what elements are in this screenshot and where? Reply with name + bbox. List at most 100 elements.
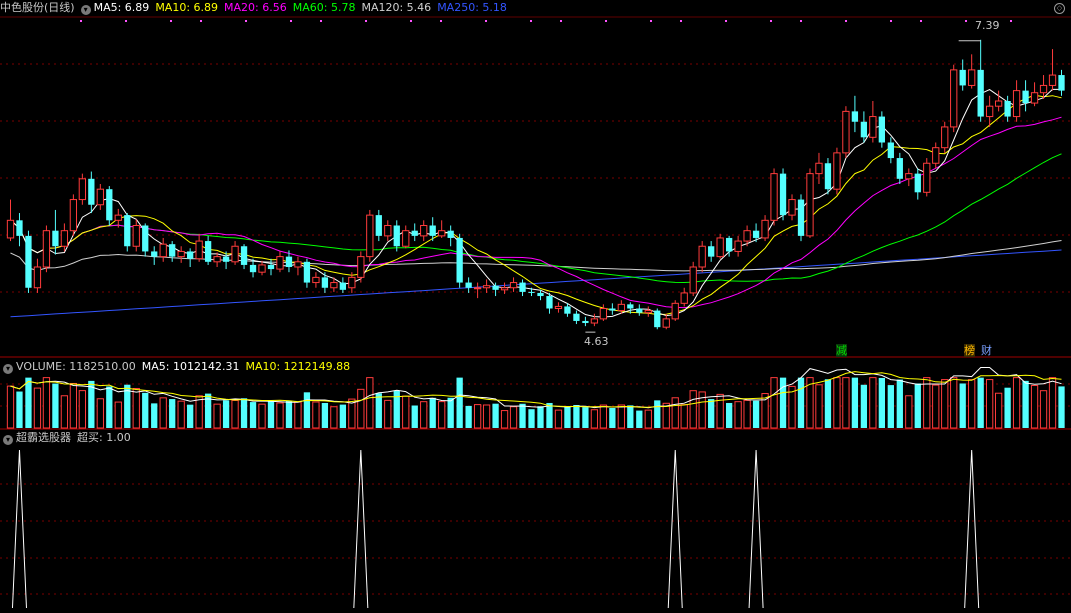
candle-body-up [671,302,679,320]
volume-settings-icon[interactable]: ▾ [3,364,13,374]
volume-bar-down [914,383,921,428]
candle-body-down [573,313,580,321]
indicator-settings-icon[interactable]: ▾ [3,435,13,445]
candle-body-up [617,303,625,312]
candle-body-up [806,173,814,237]
ma10-line [10,94,1062,316]
volume-bar-up [1048,377,1057,429]
tag-list-badge[interactable]: 榜 [964,344,975,357]
candle-body-down [429,225,436,236]
candle-body-down [977,69,984,117]
volume-bar-up [743,399,751,429]
candle-body-down [411,230,418,236]
volume-bar-down [609,407,616,428]
signal-dot [365,20,367,22]
candle-body-down [537,292,544,297]
candle-body-down [88,178,95,205]
volume-bar-down [25,377,32,428]
volume-bar-up [689,390,697,429]
candle-body-down [52,230,59,247]
settings-circle-icon[interactable]: ▾ [80,5,91,15]
volume-bar-down [187,404,194,428]
volume-bar-up [1012,377,1021,429]
volume-bar-down [375,393,382,428]
volume-bar-down [546,402,553,428]
signal-dot [770,20,772,22]
candle-body-up [662,318,670,328]
ma250-readout: MA250: 5.18 [437,1,507,14]
volume-bar-down [303,392,311,428]
volume-bar-up [231,399,239,429]
signal-dot [680,20,682,22]
candle-body-up [869,116,877,138]
candle-body-down [339,282,347,290]
candle-body-down [878,116,885,143]
ma10-readout: MA10: 6.89 [155,1,219,14]
volume-bar-up [599,404,608,429]
volume-bar-up [276,402,284,429]
candle-body-down [16,220,23,236]
candle-body-up [482,285,491,289]
volume-bar-down [851,377,859,428]
candle-body-down [25,235,32,288]
candle-body-up [680,292,688,304]
chart-canvas[interactable]: 中色股份(日线) ▾ MA5: 6.89 MA10: 6.89 MA20: 6.56 MA… [0,0,1071,610]
volume-bar-up [159,397,167,429]
candle-body-up [1048,74,1057,86]
indicator-panel-header: ▾ 超霸选股器 超买: 1.00 [0,430,137,446]
candle-body-up [60,230,69,247]
volume-bar-down [249,402,257,428]
volume-bar-up [671,397,679,429]
tag-finance-badge[interactable]: 财 [981,344,992,357]
candle-body-up [905,173,913,180]
candle-body-up [330,282,338,289]
candle-body-up [231,245,239,263]
candle-body-down [240,246,248,265]
candle-body-up [500,287,509,291]
volume-bar-up [402,395,410,429]
signal-dot [965,20,967,22]
candle-body-up [366,214,374,258]
candle-body-down [564,306,571,314]
volume-bar-up [554,409,563,429]
candle-body-up [42,230,51,268]
volume-bar-down [797,377,805,428]
volume-bar-up [330,406,338,429]
volume-bar-down [411,405,418,428]
signal-dot [530,20,532,22]
candle-body-down [636,308,643,313]
candle-body-down [267,264,275,270]
volume-bar-down [779,377,787,428]
candle-body-up [1039,84,1048,94]
volume-bar-down [339,404,347,428]
volume-bar-up [69,382,78,429]
tag-reduce-badge[interactable]: 减 [836,344,847,357]
candle-body-down [797,199,805,236]
volume-bar-up [1030,384,1039,429]
volume-bar-up [815,384,823,429]
candle-body-down [654,310,661,328]
volume-bar-up [42,377,51,429]
volume-bar-down [106,386,113,428]
candle-body-up [438,230,446,237]
signal-dot [485,20,487,22]
volume-bar-up [114,401,122,429]
volume-bar-down [824,379,832,428]
volume-bar-up [680,404,688,429]
ma120-readout: MA120: 5.46 [361,1,432,14]
volume-ma10-line [10,371,1062,408]
candle-body-down [204,241,212,262]
candle-body-up [968,69,976,86]
volume-bar-down [528,409,535,428]
close-panel-icon[interactable]: ◇ [1054,3,1065,14]
candle-body-up [734,240,742,252]
candle-body-up [716,237,724,258]
candle-body-down [124,215,131,247]
overbought-spike [748,449,764,609]
volume-bar-down [222,400,230,428]
volume-bar-up [716,393,724,429]
candle-body-up [986,105,994,118]
ma120-line [10,240,1062,272]
signal-dot [605,20,607,22]
signal-dot [725,20,727,22]
